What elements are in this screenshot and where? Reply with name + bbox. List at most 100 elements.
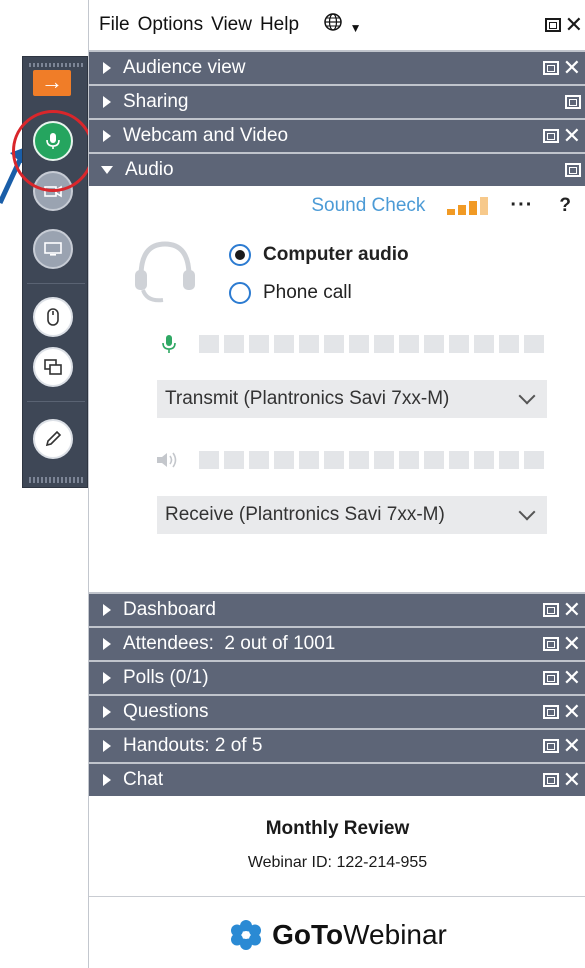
close-icon[interactable]: ✕ [563, 57, 581, 79]
menu-view[interactable]: View [211, 14, 252, 36]
popout-icon[interactable] [542, 705, 559, 719]
show-windows-button[interactable] [33, 347, 73, 387]
section-audience-view[interactable]: Audience view ✕ [89, 50, 585, 84]
section-sharing[interactable]: Sharing [89, 84, 585, 118]
section-label: Handouts: 2 of 5 [123, 735, 263, 756]
close-icon[interactable]: ✕ [563, 599, 581, 621]
section-attendees[interactable]: Attendees: 2 out of 1001 ✕ [89, 626, 585, 660]
section-window-buttons [565, 163, 581, 177]
close-icon[interactable]: ✕ [563, 701, 581, 723]
panel-footer: Monthly Review Webinar ID: 122-214-955 G… [89, 810, 585, 968]
menu-options[interactable]: Options [138, 14, 203, 36]
menu-file[interactable]: File [99, 14, 130, 36]
menu-help[interactable]: Help [260, 14, 299, 36]
expand-arrow-icon [103, 706, 111, 718]
popout-icon[interactable] [542, 739, 559, 753]
expand-arrow-icon [103, 672, 111, 684]
headset-icon [135, 241, 195, 303]
level-blocks [199, 335, 544, 353]
speaker-level-meter [155, 449, 544, 471]
section-window-buttons: ✕ [542, 701, 581, 723]
chevron-down-icon [518, 387, 536, 405]
toolbar-grip[interactable] [29, 63, 83, 67]
expand-arrow-icon [103, 638, 111, 650]
close-icon[interactable]: ✕ [563, 667, 581, 689]
expand-arrow-icon [103, 62, 111, 74]
control-panel: File Options View Help ▼ ✕ Audience view… [88, 0, 585, 968]
globe-icon [324, 13, 342, 31]
expand-arrow-icon [103, 774, 111, 786]
collapse-panel-button[interactable]: → [33, 70, 71, 96]
chevron-down-icon [518, 503, 536, 521]
more-options-button[interactable]: ··· [510, 194, 533, 217]
sound-check-link[interactable]: Sound Check [311, 195, 425, 217]
close-icon[interactable]: ✕ [563, 125, 581, 147]
dropdown-value: Transmit (Plantronics Savi 7xx-M) [165, 388, 450, 409]
radio-selected-icon [229, 244, 251, 266]
section-label: Polls (0/1) [123, 667, 209, 688]
brand-goto: GoTo [272, 919, 344, 950]
computer-audio-radio[interactable]: Computer audio [229, 244, 409, 266]
receive-device-dropdown[interactable]: Receive (Plantronics Savi 7xx-M) [157, 496, 547, 534]
close-icon[interactable]: ✕ [565, 14, 583, 36]
panel-window-buttons: ✕ [544, 14, 583, 36]
popout-icon[interactable] [542, 671, 559, 685]
help-button[interactable]: ? [559, 195, 571, 217]
popout-icon[interactable] [565, 95, 581, 109]
section-window-buttons: ✕ [542, 633, 581, 655]
toolbar-grip-bottom[interactable] [29, 477, 83, 483]
webinar-title: Monthly Review [265, 818, 410, 839]
popout-icon[interactable] [542, 603, 559, 617]
level-blocks [199, 451, 544, 469]
screen-share-button[interactable] [33, 229, 73, 269]
section-dashboard[interactable]: Dashboard ✕ [89, 592, 585, 626]
mouse-icon [47, 308, 59, 326]
popout-icon[interactable] [542, 637, 559, 651]
popout-icon[interactable] [544, 18, 561, 32]
drawing-tools-button[interactable] [33, 419, 73, 459]
dropdown-caret-icon: ▼ [349, 21, 362, 35]
keyboard-mouse-control-button[interactable] [33, 297, 73, 337]
section-window-buttons: ✕ [542, 735, 581, 757]
webinar-id: Webinar ID: 122-214-955 [247, 854, 428, 871]
expand-arrow-icon [103, 740, 111, 752]
expand-arrow-icon [103, 96, 111, 108]
section-window-buttons: ✕ [542, 125, 581, 147]
section-label: Dashboard [123, 599, 216, 620]
section-chat[interactable]: Chat ✕ [89, 762, 585, 796]
section-window-buttons [565, 95, 581, 109]
section-polls[interactable]: Polls (0/1) ✕ [89, 660, 585, 694]
toolbar-divider [27, 283, 85, 284]
close-icon[interactable]: ✕ [563, 769, 581, 791]
section-window-buttons: ✕ [542, 57, 581, 79]
section-label: Audio [125, 159, 174, 180]
radio-unselected-icon [229, 282, 251, 304]
collapse-arrow-icon [101, 166, 113, 174]
popout-icon[interactable] [542, 773, 559, 787]
expand-arrow-icon [103, 130, 111, 142]
microphone-icon [155, 333, 183, 355]
phone-call-radio[interactable]: Phone call [229, 282, 352, 304]
close-icon[interactable]: ✕ [563, 735, 581, 757]
toolbar-divider [27, 401, 85, 402]
speaker-icon [155, 449, 183, 471]
section-webcam-and-video[interactable]: Webcam and Video ✕ [89, 118, 585, 152]
section-label: Questions [123, 701, 209, 722]
popout-icon[interactable] [565, 163, 581, 177]
section-label: Webcam and Video [123, 125, 289, 146]
pencil-icon [45, 430, 62, 447]
transmit-device-dropdown[interactable]: Transmit (Plantronics Savi 7xx-M) [157, 380, 547, 418]
radio-label: Phone call [263, 282, 352, 303]
section-questions[interactable]: Questions ✕ [89, 694, 585, 728]
section-audio[interactable]: Audio [89, 152, 585, 186]
audio-pane: Sound Check ··· ? Computer audio Phone c… [89, 186, 585, 592]
close-icon[interactable]: ✕ [563, 633, 581, 655]
popout-icon[interactable] [542, 129, 559, 143]
section-label: Attendees: 2 out of 1001 [123, 633, 336, 654]
language-menu[interactable]: ▼ [323, 12, 361, 38]
section-handouts[interactable]: Handouts: 2 of 5 ✕ [89, 728, 585, 762]
popout-icon[interactable] [542, 61, 559, 75]
signal-strength-icon [447, 196, 489, 215]
section-window-buttons: ✕ [542, 769, 581, 791]
brand-webinar: Webinar [343, 919, 447, 950]
